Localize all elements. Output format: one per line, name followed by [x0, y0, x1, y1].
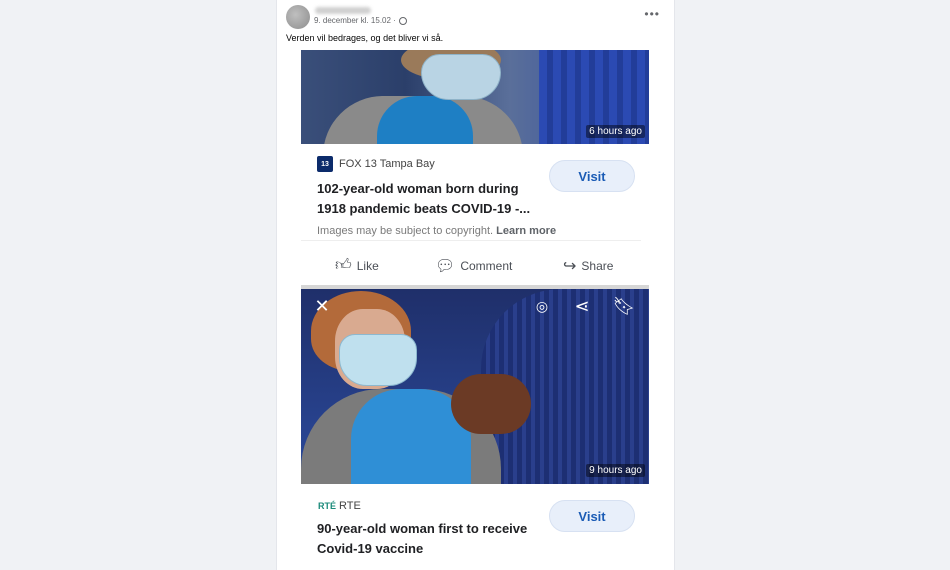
share-button[interactable]: ↪ Share — [563, 256, 613, 276]
face-mask — [339, 334, 417, 386]
rte-logo: RTÉ — [318, 501, 336, 511]
globe-icon — [398, 16, 407, 25]
comment-label: Comment — [460, 259, 513, 273]
headline-line-1: 102-year-old woman born during — [317, 181, 519, 196]
post-meta: 9. december kl. 15.02 · — [314, 16, 407, 25]
headline-line-1: 90-year-old woman first to receive — [317, 521, 528, 536]
copyright-text: Images may be subject to copyright. — [317, 225, 494, 237]
comment-button[interactable]: 💬︎ Comment — [435, 256, 512, 276]
comment-icon: 💬︎ — [435, 258, 456, 275]
avatar[interactable] — [286, 5, 310, 29]
lens-icon[interactable]: ◎ — [531, 295, 553, 317]
facebook-post-card: 9. december kl. 15.02 · ••• Verden vil b… — [276, 0, 675, 570]
embedded-screenshot: 6 hours ago 13 FOX 13 Tampa Bay 102-year… — [301, 50, 649, 570]
thumbs-up-icon: 👍︎ — [335, 257, 352, 274]
blurred-author-name[interactable] — [315, 7, 371, 14]
share-arrow-icon: ↪ — [563, 258, 577, 275]
face-mask — [421, 54, 501, 100]
visit-button[interactable]: Visit — [549, 160, 635, 192]
share-icon[interactable]: ⋖ — [571, 295, 593, 317]
divider — [301, 240, 641, 241]
result-source: FOX 13 Tampa Bay — [339, 158, 435, 170]
learn-more-link[interactable]: Learn more — [496, 225, 556, 237]
result-time: 6 hours ago — [586, 125, 645, 138]
headline-line-2: Covid-19 vaccine — [317, 541, 424, 556]
post-text: Verden vil bedrages, og det bliver vi så… — [286, 33, 444, 43]
headline-line-2: 1918 pandemic beats COVID-19 -... — [317, 201, 531, 216]
result-headline[interactable]: 90-year-old woman first to receive Covid… — [317, 519, 553, 559]
result-image-1[interactable]: 6 hours ago — [301, 50, 649, 144]
result-headline[interactable]: 102-year-old woman born during 1918 pand… — [317, 179, 553, 219]
result-time: 9 hours ago — [586, 464, 645, 477]
copyright-note: Images may be subject to copyright. Lear… — [317, 225, 556, 237]
share-label: Share — [581, 259, 614, 273]
bookmark-icon[interactable]: 🔖︎ — [613, 295, 636, 317]
more-horizontal-icon[interactable]: ••• — [644, 8, 660, 20]
post-header: 9. december kl. 15.02 · ••• Verden vil b… — [277, 0, 674, 50]
fox13-logo: 13 — [317, 156, 333, 172]
visit-button[interactable]: Visit — [549, 500, 635, 532]
result-image-2[interactable]: ✕ ◎ ⋖ 🔖︎ 9 hours ago — [301, 289, 649, 484]
close-icon[interactable]: ✕ — [311, 295, 333, 317]
action-bar: 👍︎ Like 💬︎ Comment ↪ Share — [301, 247, 649, 281]
result-source: RTE — [339, 500, 361, 512]
arm — [451, 374, 531, 434]
post-timestamp[interactable]: 9. december kl. 15.02 · — [314, 16, 396, 25]
like-label: Like — [356, 258, 379, 273]
like-button[interactable]: 👍︎ Like — [335, 256, 379, 275]
